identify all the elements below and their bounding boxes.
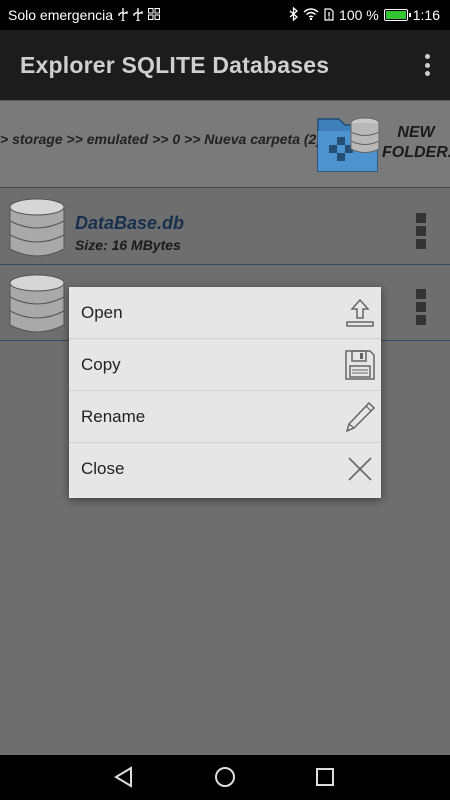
pencil-icon	[343, 400, 377, 434]
app-bar: Explorer SQLITE Databases	[0, 30, 450, 100]
file-size: Size: 16 MBytes	[75, 237, 181, 253]
status-left: Solo emergencia	[8, 7, 161, 23]
row-menu-icon[interactable]	[416, 289, 426, 325]
path-bar: > storage >> emulated >> 0 >> Nueva carp…	[0, 100, 450, 188]
upload-icon	[343, 296, 377, 330]
usb-icon	[118, 7, 128, 23]
sim-alert-icon	[324, 7, 334, 23]
breadcrumb[interactable]: > storage >> emulated >> 0 >> Nueva carp…	[0, 131, 321, 147]
database-icon	[6, 197, 68, 259]
menu-item-label: Rename	[81, 406, 146, 426]
apps-grid-icon	[148, 8, 161, 22]
close-x-icon	[343, 452, 377, 486]
context-menu: Open Copy Rename Close	[69, 287, 381, 498]
row-menu-icon[interactable]	[416, 213, 426, 249]
app-title: Explorer SQLITE Databases	[20, 51, 330, 78]
wifi-icon	[303, 8, 319, 22]
recents-icon[interactable]	[314, 766, 336, 793]
new-folder-label[interactable]: NEW FOLDER.	[382, 123, 450, 163]
menu-item-copy[interactable]: Copy	[69, 339, 381, 391]
battery-icon	[383, 9, 411, 21]
new-folder-icon[interactable]	[315, 109, 383, 177]
database-icon	[6, 273, 68, 335]
bluetooth-icon	[289, 6, 299, 23]
file-name: DataBase.db	[75, 213, 185, 233]
usb-icon-2	[133, 7, 143, 23]
clock: 1:16	[412, 7, 440, 23]
nav-bar	[0, 755, 450, 800]
menu-item-rename[interactable]: Rename	[69, 391, 381, 443]
menu-item-label: Close	[81, 459, 125, 478]
file-row[interactable]: DataBase.db Size: 16 MBytes	[0, 189, 450, 265]
floppy-disk-icon	[343, 348, 377, 382]
overflow-menu-icon[interactable]	[424, 54, 430, 76]
menu-item-label: Open	[81, 302, 123, 322]
back-icon[interactable]	[113, 766, 135, 793]
new-folder-label-line1: NEW	[397, 124, 435, 141]
status-bar: Solo emergencia 100 % 1:16	[0, 0, 450, 30]
home-icon[interactable]	[214, 766, 236, 793]
battery-percent: 100 %	[339, 7, 379, 23]
menu-item-open[interactable]: Open	[69, 287, 381, 339]
menu-item-close[interactable]: Close	[69, 443, 381, 495]
carrier-text: Solo emergencia	[8, 7, 114, 23]
status-right: 100 % 1:16	[289, 6, 440, 23]
menu-item-label: Copy	[81, 354, 121, 374]
new-folder-label-line2: FOLDER.	[382, 144, 450, 161]
